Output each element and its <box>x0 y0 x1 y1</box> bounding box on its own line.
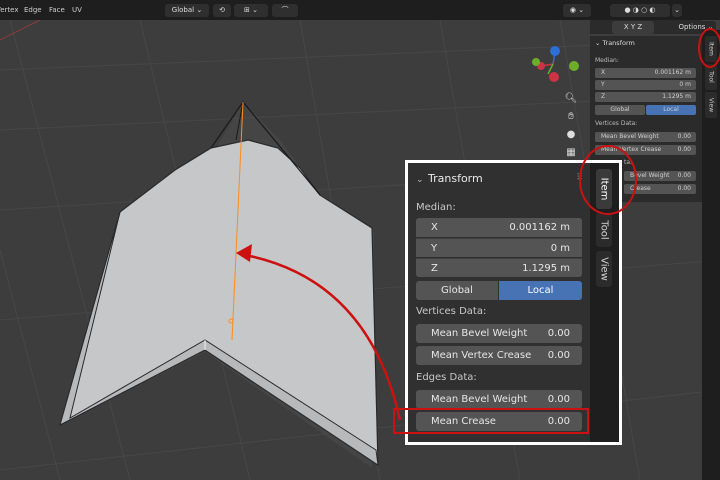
small-median-label: Median: <box>595 57 619 64</box>
camera-icon[interactable]: ● <box>564 128 578 142</box>
drag-handle-icon[interactable]: ⠿ <box>576 173 583 183</box>
shading-solid-icon[interactable]: ● ◑ ○ ◐ <box>610 4 670 17</box>
transform-orientation-select[interactable]: Global ⌄ <box>165 4 209 17</box>
chevron-down-icon: ⌄ <box>416 175 424 185</box>
small-tab-view[interactable]: View <box>705 92 717 118</box>
global-local-toggle: Global Local <box>416 281 582 300</box>
pivot-icon[interactable]: ⟲ <box>213 4 231 17</box>
z-label: Z <box>431 263 438 274</box>
edge-mean-bevel-weight-field[interactable]: Mean Bevel Weight 0.00 <box>416 390 582 409</box>
edges-data-label: Edges Data: <box>416 372 477 383</box>
mean-vertex-crease-value: 0.00 <box>547 350 570 361</box>
mean-bevel-weight-value: 0.00 <box>547 328 570 339</box>
edge-mean-crease-label: Mean Crease <box>431 416 496 427</box>
small-local-button[interactable]: Local <box>646 105 696 115</box>
snap-icon[interactable]: ⊞ ⌄ <box>234 4 268 17</box>
menu-uv[interactable]: UV <box>72 6 82 14</box>
small-tab-tool[interactable]: Tool <box>705 64 717 90</box>
y-label: Y <box>431 243 438 254</box>
small-mean-vertex-crease-field[interactable]: Mean Vertex Crease 0.00 <box>595 145 696 155</box>
overlay-icon[interactable]: ◉ ⌄ <box>563 4 591 17</box>
menu-vertex[interactable]: Vertex <box>0 6 19 14</box>
edge-mean-bevel-weight-value: 0.00 <box>547 394 570 405</box>
shading-options-icon[interactable]: ⌄ <box>672 4 682 17</box>
sidebar-tabs-small: Item Tool View <box>702 30 720 480</box>
small-x-field[interactable]: X 0.001162 m <box>595 68 696 78</box>
transform-panel: ⌄ Transform ⠿ Median: X 0.001162 m Y 0 m … <box>408 163 590 442</box>
edge-mean-crease-value: 0.00 <box>547 416 570 427</box>
tab-tool[interactable]: Tool <box>596 213 612 247</box>
small-edges-label: ta: <box>624 159 633 166</box>
vertices-data-label: Vertices Data: <box>416 306 487 317</box>
x-value: 0.001162 m <box>509 222 570 233</box>
local-button[interactable]: Local <box>499 281 582 300</box>
orientation-label: Global <box>171 6 195 14</box>
edge-mean-bevel-weight-label: Mean Bevel Weight <box>431 394 528 405</box>
median-z-field[interactable]: Z 1.1295 m <box>416 258 582 277</box>
sidebar-tabs: Item Tool View <box>590 163 619 442</box>
proportional-icon[interactable]: ⌒ <box>272 4 298 17</box>
tab-view[interactable]: View <box>596 251 612 287</box>
transform-panel-header[interactable]: ⌄ Transform <box>416 172 483 185</box>
mean-vertex-crease-field[interactable]: Mean Vertex Crease 0.00 <box>416 346 582 365</box>
mean-bevel-weight-label: Mean Bevel Weight <box>431 328 528 339</box>
median-y-field[interactable]: Y 0 m <box>416 238 582 257</box>
x-label: X <box>431 222 438 233</box>
transform-title: Transform <box>428 172 483 185</box>
small-z-field[interactable]: Z 1.1295 m <box>595 92 696 102</box>
small-vertices-label: Vertices Data: <box>595 120 638 127</box>
small-global-button[interactable]: Global <box>595 105 645 115</box>
mesh-object <box>59 101 379 468</box>
small-y-field[interactable]: Y0 m <box>595 80 696 90</box>
y-value: 0 m <box>550 243 570 254</box>
mean-vertex-crease-label: Mean Vertex Crease <box>431 350 532 361</box>
median-x-field[interactable]: X 0.001162 m <box>416 218 582 237</box>
median-label: Median: <box>416 202 456 213</box>
small-edge-bevel-field[interactable]: Bevel Weight 0.00 <box>624 171 696 181</box>
zoomed-transform-callout: ⌄ Transform ⠿ Median: X 0.001162 m Y 0 m … <box>405 160 622 445</box>
global-button[interactable]: Global <box>416 281 498 300</box>
z-value: 1.1295 m <box>522 263 570 274</box>
small-transform-title: Transform <box>602 39 635 47</box>
small-mean-bevel-field[interactable]: Mean Bevel Weight 0.00 <box>595 132 696 142</box>
menu-edge[interactable]: Edge <box>24 6 42 14</box>
hand-pan-icon[interactable]: ✋︎ <box>564 110 578 124</box>
edge-mean-crease-field[interactable]: Mean Crease 0.00 <box>416 412 582 431</box>
zoom-icon[interactable]: 🔍︎ <box>564 92 578 106</box>
menu-face[interactable]: Face <box>49 6 65 14</box>
viewport-header: Vertex Edge Face UV Global ⌄ ⟲ ⊞ ⌄ ⌒ ◉ ⌄… <box>0 0 720 20</box>
small-tab-item[interactable]: Item <box>705 36 717 62</box>
tab-item[interactable]: Item <box>596 169 612 209</box>
grid-icon[interactable]: ▦ <box>564 146 578 160</box>
small-edge-crease-field[interactable]: Crease 0.00 <box>624 184 696 194</box>
mean-bevel-weight-field[interactable]: Mean Bevel Weight 0.00 <box>416 324 582 343</box>
axis-xyz-buttons[interactable]: X Y Z <box>612 21 654 34</box>
